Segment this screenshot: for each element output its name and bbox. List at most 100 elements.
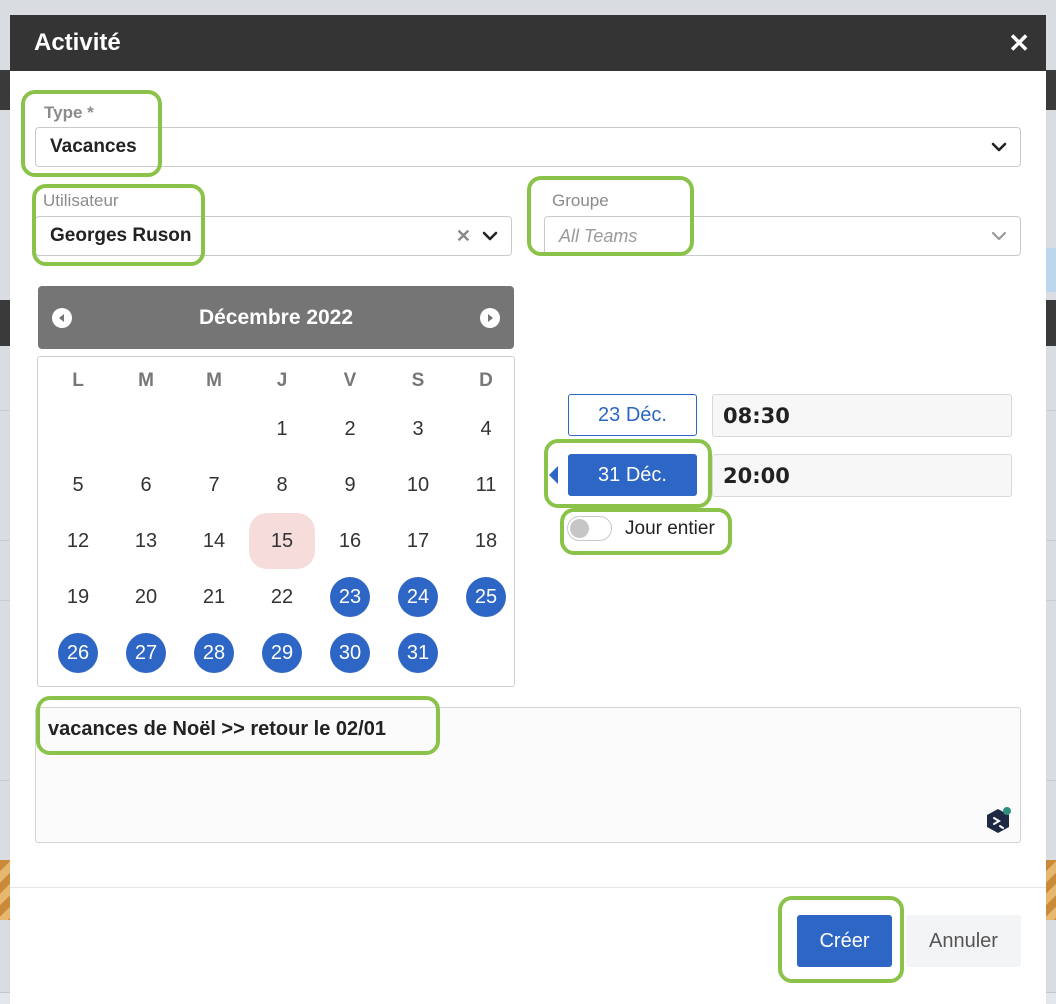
calendar-day-number: 3 bbox=[412, 417, 424, 440]
calendar-day-number: 29 bbox=[262, 633, 302, 673]
type-label: Type * bbox=[44, 103, 94, 122]
calendar-header: Décembre 2022 bbox=[38, 286, 514, 349]
user-value: Georges Ruson bbox=[50, 225, 192, 246]
clear-icon[interactable]: ✕ bbox=[456, 226, 471, 247]
modal-title: Activité bbox=[34, 29, 121, 56]
calendar-empty-cell bbox=[44, 401, 112, 457]
calendar-day[interactable]: 27 bbox=[112, 625, 180, 681]
calendar-empty-cell bbox=[112, 401, 180, 457]
calendar-day-number: 4 bbox=[480, 417, 492, 440]
footer-divider bbox=[10, 887, 1046, 888]
calendar-day[interactable]: 10 bbox=[384, 457, 452, 513]
chevron-down-icon bbox=[988, 225, 1010, 247]
cancel-button[interactable]: Annuler bbox=[906, 915, 1021, 967]
calendar-day-number: 31 bbox=[398, 633, 438, 673]
chevron-left-icon[interactable] bbox=[52, 307, 72, 328]
notes-textarea[interactable]: vacances de Noël >> retour le 02/01 bbox=[35, 707, 1021, 843]
background-highlight bbox=[1046, 248, 1056, 292]
calendar-empty-cell bbox=[180, 401, 248, 457]
calendar-day[interactable]: 4 bbox=[452, 401, 520, 457]
calendar-day-number: 22 bbox=[270, 585, 294, 608]
weekday-label: D bbox=[479, 370, 493, 391]
calendar-day-number: 15 bbox=[249, 513, 315, 569]
chevron-down-icon bbox=[479, 225, 501, 247]
calendar-day[interactable]: 13 bbox=[112, 513, 180, 569]
calendar-day-number: 1 bbox=[276, 417, 288, 440]
calendar-day[interactable]: 8 bbox=[248, 457, 316, 513]
calendar-day[interactable]: 1 bbox=[248, 401, 316, 457]
calendar-day[interactable]: 16 bbox=[316, 513, 384, 569]
calendar-grid: L M M J V S D 1 2 3 4 5 6 7 8 9 10 11 12 13 14 15 16 17 18 19 20 21… bbox=[44, 365, 520, 681]
activity-modal: Activité ✕ Type * Vacances Utilisateur G… bbox=[10, 15, 1046, 1004]
calendar-day-number: 17 bbox=[406, 529, 430, 552]
background-stripe bbox=[0, 860, 10, 920]
start-time-input[interactable]: 08:30 bbox=[712, 394, 1012, 437]
calendar-day[interactable]: 2 bbox=[316, 401, 384, 457]
calendar-day-number: 26 bbox=[58, 633, 98, 673]
calendar-day-number: 19 bbox=[66, 585, 90, 608]
end-date-button[interactable]: 31 Déc. bbox=[568, 454, 697, 496]
calendar-day-number: 28 bbox=[194, 633, 234, 673]
group-label: Groupe bbox=[552, 191, 609, 210]
group-placeholder: All Teams bbox=[559, 225, 638, 246]
calendar-day-number: 7 bbox=[208, 473, 220, 496]
start-date-button[interactable]: 23 Déc. bbox=[568, 394, 697, 436]
calendar-day-number: 27 bbox=[126, 633, 166, 673]
calendar-day[interactable]: 30 bbox=[316, 625, 384, 681]
calendar-day-number: 6 bbox=[140, 473, 152, 496]
user-label: Utilisateur bbox=[43, 191, 119, 210]
calendar-day[interactable]: 18 bbox=[452, 513, 520, 569]
weekday-label: S bbox=[411, 370, 425, 391]
calendar-day-number: 10 bbox=[406, 473, 430, 496]
all-day-toggle[interactable] bbox=[567, 516, 612, 541]
calendar-day-number: 21 bbox=[202, 585, 226, 608]
user-select[interactable]: Georges Ruson ✕ bbox=[35, 216, 512, 256]
chevron-down-icon bbox=[988, 136, 1010, 158]
calendar-day-number: 8 bbox=[276, 473, 288, 496]
chevron-right-icon[interactable] bbox=[479, 307, 500, 328]
calendar-day[interactable]: 14 bbox=[180, 513, 248, 569]
calendar-day[interactable]: 6 bbox=[112, 457, 180, 513]
close-icon[interactable]: ✕ bbox=[1008, 30, 1030, 56]
calendar-day-number: 11 bbox=[475, 473, 497, 496]
all-day-label: Jour entier bbox=[625, 518, 715, 539]
calendar-day[interactable]: 19 bbox=[44, 569, 112, 625]
calendar-day[interactable]: 22 bbox=[248, 569, 316, 625]
calendar-day[interactable]: 5 bbox=[44, 457, 112, 513]
calendar-body: L M M J V S D 1 2 3 4 5 6 7 8 9 10 11 12 13 14 15 16 17 18 19 20 21… bbox=[37, 356, 515, 687]
create-button[interactable]: Créer bbox=[797, 915, 892, 967]
weekday-label: M bbox=[206, 370, 222, 391]
weekday-label: L bbox=[72, 370, 84, 391]
assistant-icon[interactable] bbox=[986, 806, 1012, 836]
calendar-day[interactable]: 15 bbox=[248, 513, 316, 569]
calendar-day[interactable]: 12 bbox=[44, 513, 112, 569]
calendar-day[interactable]: 20 bbox=[112, 569, 180, 625]
calendar-day-number: 20 bbox=[134, 585, 158, 608]
background-stripe bbox=[1046, 860, 1056, 920]
type-value: Vacances bbox=[50, 136, 137, 157]
calendar-day[interactable]: 17 bbox=[384, 513, 452, 569]
calendar-day[interactable]: 7 bbox=[180, 457, 248, 513]
calendar-day[interactable]: 29 bbox=[248, 625, 316, 681]
weekday-label: J bbox=[276, 370, 288, 391]
weekday-label: V bbox=[343, 370, 357, 391]
calendar-day[interactable]: 26 bbox=[44, 625, 112, 681]
calendar-day-number: 14 bbox=[202, 529, 226, 552]
toggle-knob bbox=[570, 519, 589, 538]
calendar-day[interactable]: 24 bbox=[384, 569, 452, 625]
calendar-day-number: 30 bbox=[330, 633, 370, 673]
group-select[interactable]: All Teams bbox=[544, 216, 1021, 256]
calendar-day-number: 13 bbox=[134, 529, 158, 552]
calendar-day[interactable]: 9 bbox=[316, 457, 384, 513]
active-date-pointer bbox=[549, 466, 558, 484]
calendar-day[interactable]: 3 bbox=[384, 401, 452, 457]
calendar-day[interactable]: 31 bbox=[384, 625, 452, 681]
calendar-day[interactable]: 28 bbox=[180, 625, 248, 681]
calendar-day-number: 12 bbox=[66, 529, 90, 552]
calendar-day[interactable]: 23 bbox=[316, 569, 384, 625]
end-time-input[interactable]: 20:00 bbox=[712, 454, 1012, 497]
calendar-day[interactable]: 11 bbox=[452, 457, 520, 513]
calendar-day[interactable]: 21 bbox=[180, 569, 248, 625]
calendar-day[interactable]: 25 bbox=[452, 569, 520, 625]
type-select[interactable]: Vacances bbox=[35, 127, 1021, 167]
